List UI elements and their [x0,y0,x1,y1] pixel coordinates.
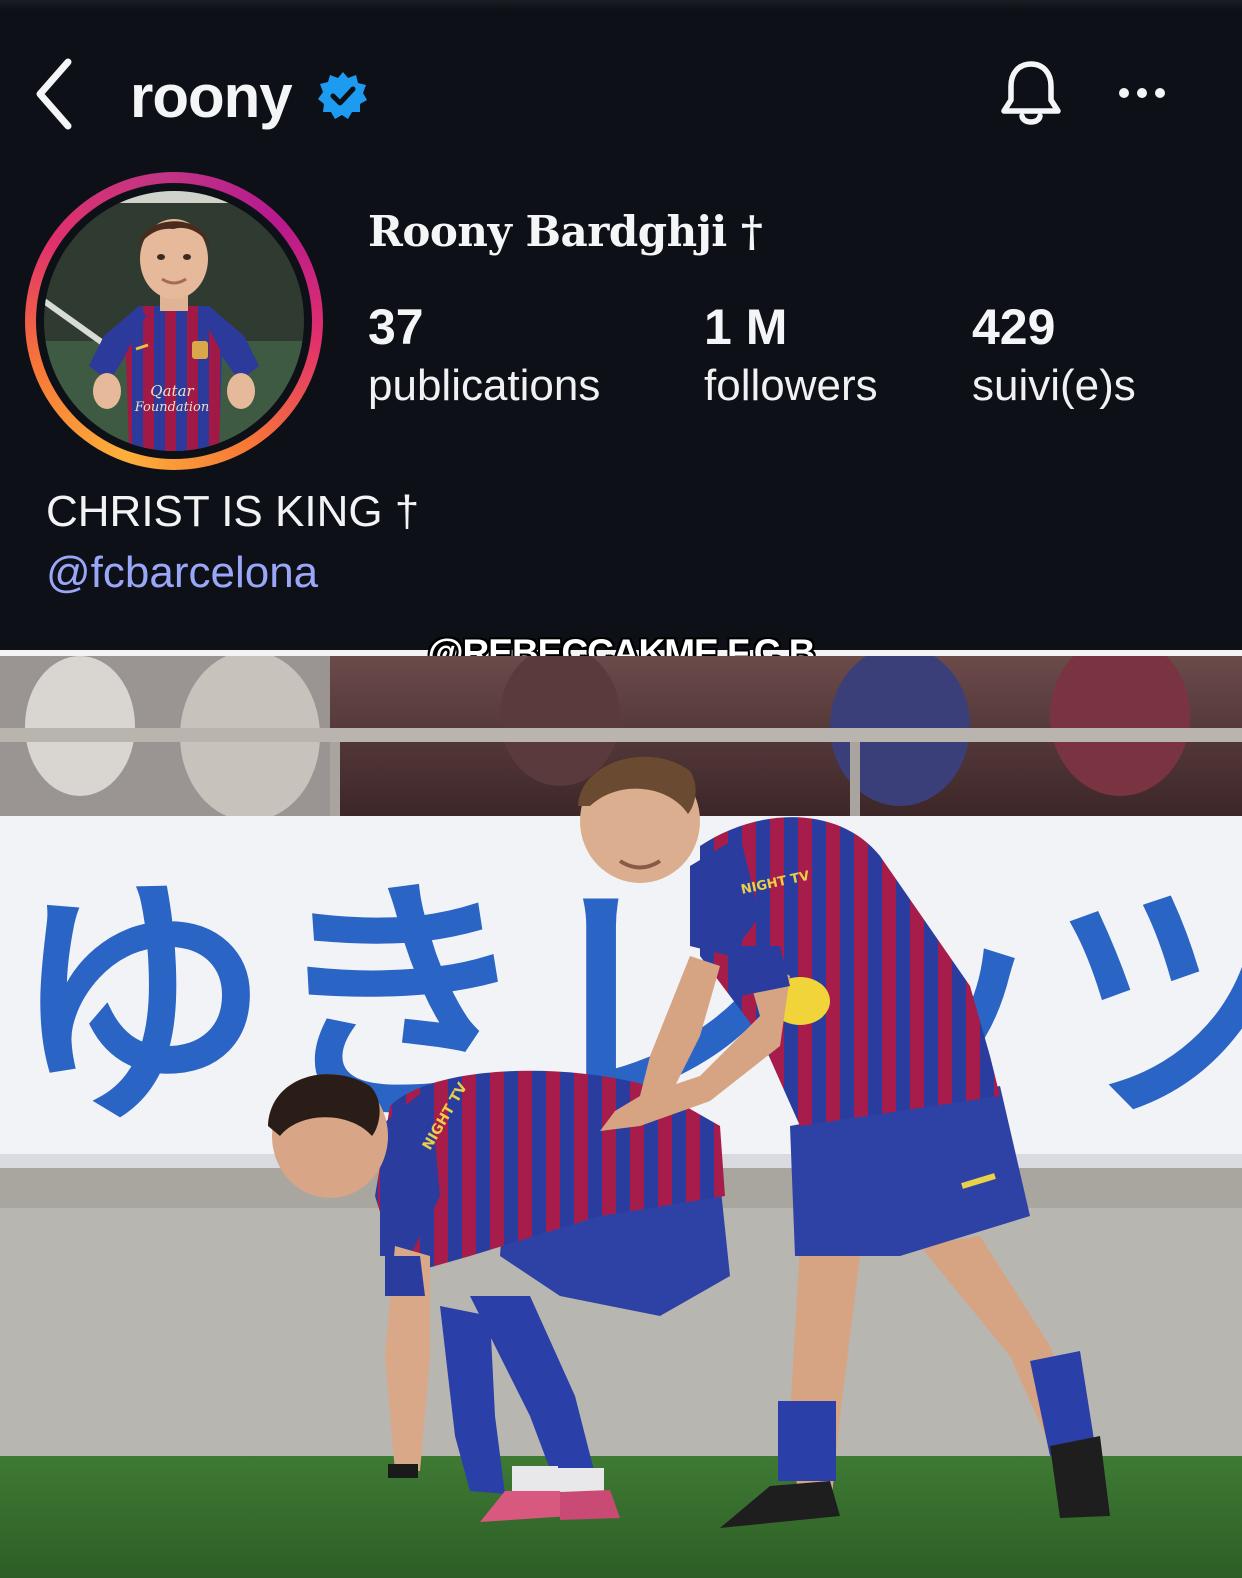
match-photo: ゆきレッツー NIGHT TV [0,656,1242,1578]
profile-panel: roony Qatar Foundation Roony Bardghji † … [0,0,1242,650]
avatar-jersey-text-2: Foundation [134,400,210,415]
stat-publications[interactable]: 37 publications [368,298,600,416]
username: roony [130,63,293,130]
more-horizontal-icon[interactable] [1112,80,1172,106]
profile-header: roony [0,40,1242,150]
stat-label: suivi(e)s [972,361,1136,410]
stat-following[interactable]: 429 suivi(e)s [972,298,1136,416]
bio-text: CHRIST IS KING † [46,487,420,536]
avatar[interactable]: Qatar Foundation [36,183,312,459]
story-ring[interactable]: Qatar Foundation [25,172,323,470]
stat-followers[interactable]: 1 M followers [704,298,878,416]
bio-link[interactable]: @fcbarcelona [46,548,318,598]
top-strip [0,0,1242,10]
stat-value: 37 [368,299,424,355]
bell-icon[interactable] [998,56,1064,132]
verified-badge-icon [318,71,368,121]
display-name: Roony Bardghji † [368,207,763,256]
stat-label: publications [368,361,601,410]
stat-label: followers [704,361,878,410]
avatar-jersey-text-1: Qatar [150,382,194,400]
chevron-left-icon[interactable] [30,56,82,132]
stat-value: 1 M [704,299,788,355]
stat-value: 429 [972,299,1056,355]
